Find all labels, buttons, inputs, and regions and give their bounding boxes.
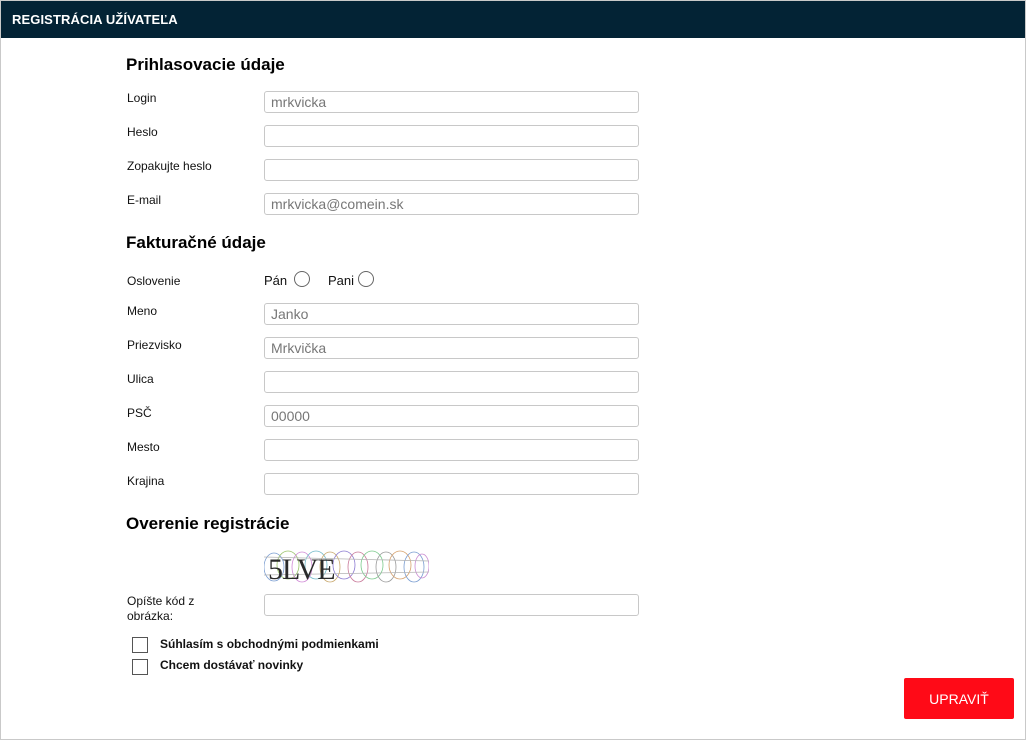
- registration-window: REGISTRÁCIA UŽÍVATEĽA Prihlasovacie údaj…: [0, 0, 1026, 740]
- email-input[interactable]: [264, 193, 639, 215]
- login-section-title: Prihlasovacie údaje: [126, 55, 285, 74]
- verification-section-title: Overenie registrácie: [126, 514, 290, 533]
- login-label: Login: [127, 91, 157, 105]
- last-name-input[interactable]: [264, 337, 639, 359]
- submit-button[interactable]: UPRAVIŤ: [904, 678, 1014, 719]
- zip-label: PSČ: [127, 406, 152, 420]
- captcha-text: 5LVE: [268, 553, 335, 585]
- salutation-option-pan-radio[interactable]: [294, 271, 310, 287]
- zip-input[interactable]: [264, 405, 639, 427]
- last-name-label: Priezvisko: [127, 338, 182, 352]
- salutation-option-pan-label: Pán: [264, 273, 288, 288]
- captcha-input[interactable]: [264, 594, 639, 616]
- page-title: REGISTRÁCIA UŽÍVATEĽA: [12, 12, 178, 27]
- password-confirm-label: Zopakujte heslo: [127, 159, 212, 173]
- terms-checkbox[interactable]: [132, 637, 148, 653]
- salutation-option-pani-label: Pani: [328, 273, 355, 288]
- password-label: Heslo: [127, 125, 158, 139]
- captcha-image: 5LVE: [264, 547, 429, 585]
- terms-label: Súhlasím s obchodnými podmienkami: [160, 637, 379, 651]
- captcha-input-label: Opíšte kód z obrázka:: [127, 594, 195, 623]
- password-confirm-input[interactable]: [264, 159, 639, 181]
- login-input[interactable]: [264, 91, 639, 113]
- country-input[interactable]: [264, 473, 639, 495]
- salutation-label: Oslovenie: [127, 274, 181, 288]
- city-label: Mesto: [127, 440, 160, 454]
- first-name-input[interactable]: [264, 303, 639, 325]
- salutation-option-pani-radio[interactable]: [358, 271, 374, 287]
- newsletter-checkbox[interactable]: [132, 659, 148, 675]
- first-name-label: Meno: [127, 304, 158, 318]
- country-label: Krajina: [127, 474, 165, 488]
- password-input[interactable]: [264, 125, 639, 147]
- billing-section-title: Fakturačné údaje: [126, 233, 266, 252]
- email-label: E-mail: [127, 193, 162, 207]
- title-bar: REGISTRÁCIA UŽÍVATEĽA: [1, 1, 1025, 38]
- city-input[interactable]: [264, 439, 639, 461]
- street-input[interactable]: [264, 371, 639, 393]
- newsletter-label: Chcem dostávať novinky: [160, 658, 304, 672]
- street-label: Ulica: [127, 372, 154, 386]
